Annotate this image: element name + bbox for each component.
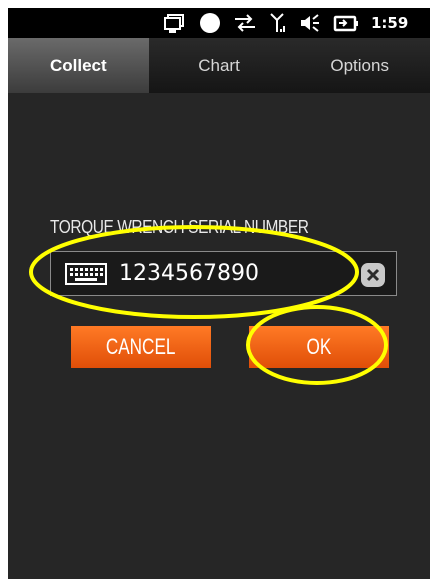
- collect-panel: TORQUE WRENCH SERIAL NUMBER 1234567890 C…: [8, 93, 430, 579]
- ok-button[interactable]: OK: [249, 326, 389, 368]
- cancel-button[interactable]: CANCEL: [71, 326, 211, 368]
- notification-icon[interactable]: [163, 12, 187, 34]
- tab-collect[interactable]: Collect: [8, 38, 149, 93]
- status-icons: 1:59: [163, 11, 408, 35]
- record-dot-icon: [199, 12, 221, 34]
- serial-number-input[interactable]: 1234567890: [50, 251, 397, 296]
- sync-arrows-icon: [233, 12, 257, 34]
- serial-number-label: TORQUE WRENCH SERIAL NUMBER: [50, 217, 309, 237]
- serial-number-value: 1234567890: [119, 261, 259, 286]
- signal-icon: [269, 12, 287, 34]
- volume-icon[interactable]: [299, 12, 321, 34]
- status-time: 1:59: [371, 14, 409, 32]
- status-bar: 1:59: [8, 8, 430, 38]
- battery-icon: [333, 12, 359, 34]
- tab-options[interactable]: Options: [289, 38, 430, 93]
- keyboard-icon[interactable]: [65, 263, 107, 289]
- tab-chart[interactable]: Chart: [149, 38, 290, 93]
- clear-input-icon[interactable]: [360, 262, 386, 292]
- device-screen: 1:59 Collect Chart Options TORQUE WRENCH…: [8, 8, 430, 579]
- tab-bar: Collect Chart Options: [8, 38, 430, 93]
